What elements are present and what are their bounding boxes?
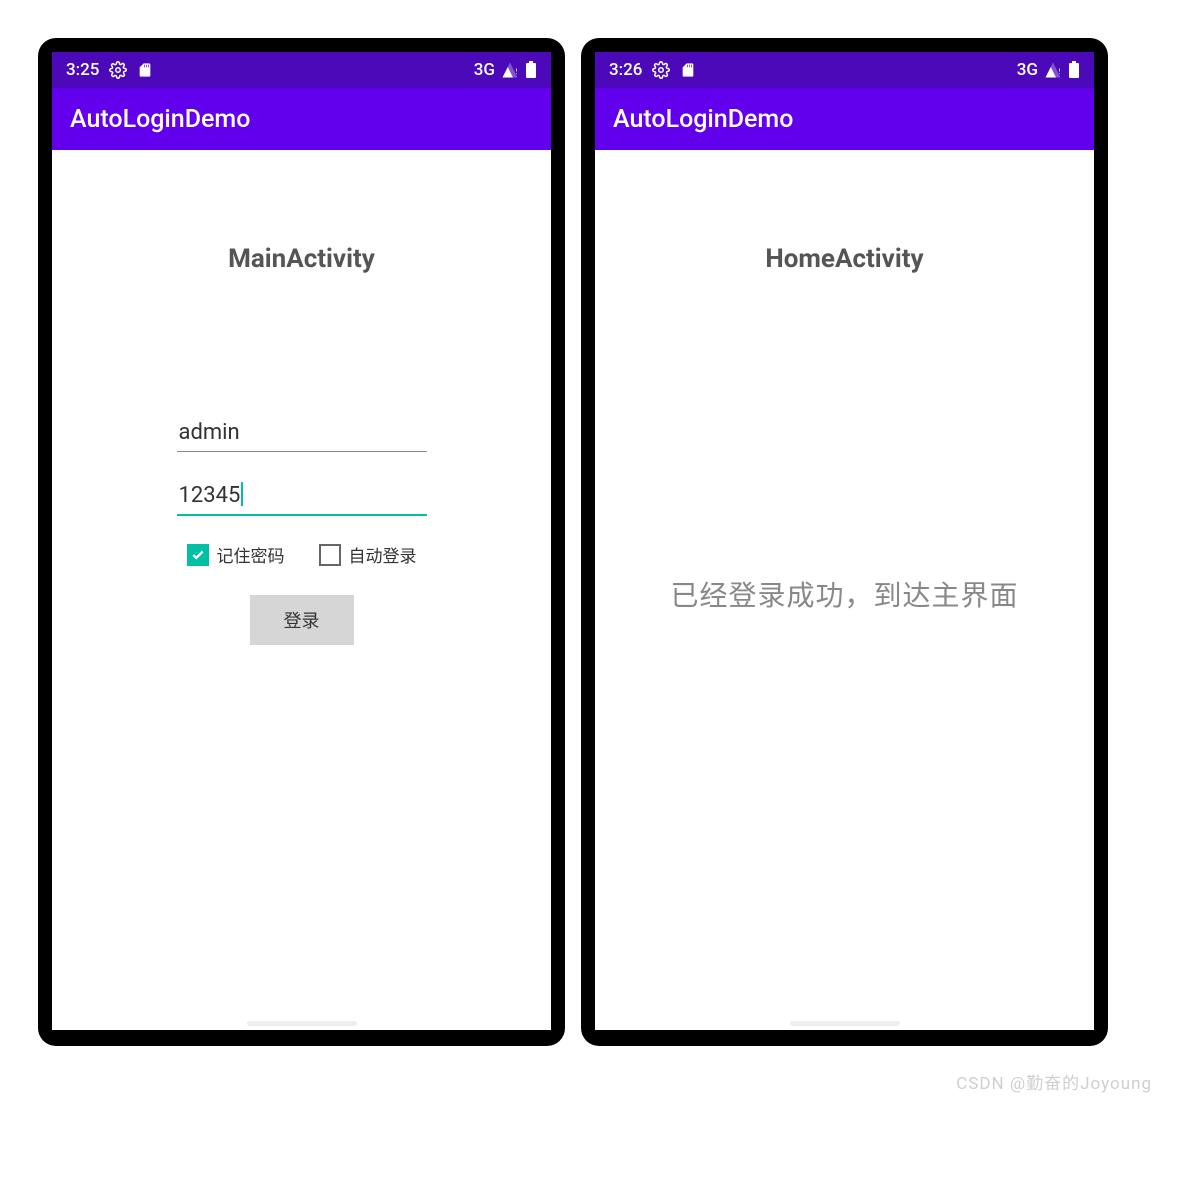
- phone-left: 3:25 3G: [38, 38, 565, 1046]
- battery-icon: [525, 61, 537, 79]
- password-field[interactable]: 12345: [177, 476, 427, 516]
- activity-title: MainActivity: [52, 244, 551, 274]
- sd-card-icon: [137, 62, 153, 78]
- activity-title: HomeActivity: [595, 244, 1094, 274]
- screen-left: 3:25 3G: [52, 52, 551, 1030]
- autologin-label: 自动登录: [349, 542, 417, 567]
- home-message: 已经登录成功，到达主界面: [595, 574, 1094, 614]
- nav-pill-icon: [247, 1021, 357, 1026]
- nav-pill-icon: [790, 1021, 900, 1026]
- watermark: CSDN @勤奋的Joyoung: [956, 1069, 1152, 1094]
- status-time: 3:26: [609, 60, 642, 80]
- main-content: MainActivity 12345 记住密码: [52, 150, 551, 1016]
- status-bar: 3:25 3G: [52, 52, 551, 88]
- gear-icon: [109, 61, 127, 79]
- text-caret-icon: [241, 482, 243, 506]
- auto-login-checkbox[interactable]: 自动登录: [319, 542, 417, 567]
- network-label: 3G: [1017, 60, 1038, 80]
- password-value: 12345: [179, 483, 241, 508]
- remember-label: 记住密码: [217, 542, 285, 567]
- username-field[interactable]: [177, 414, 427, 452]
- main-content: HomeActivity 已经登录成功，到达主界面: [595, 150, 1094, 1016]
- screen-right: 3:26 3G: [595, 52, 1094, 1030]
- status-time: 3:25: [66, 60, 99, 80]
- app-title: AutoLoginDemo: [613, 105, 793, 134]
- network-label: 3G: [474, 60, 495, 80]
- app-bar: AutoLoginDemo: [52, 88, 551, 150]
- remember-password-checkbox[interactable]: 记住密码: [187, 542, 285, 567]
- battery-icon: [1068, 61, 1080, 79]
- signal-icon: [501, 61, 519, 79]
- login-button[interactable]: 登录: [250, 595, 354, 645]
- login-form: 12345 记住密码 自动登录: [177, 414, 427, 645]
- gear-icon: [652, 61, 670, 79]
- status-bar: 3:26 3G: [595, 52, 1094, 88]
- signal-icon: [1044, 61, 1062, 79]
- sd-card-icon: [680, 62, 696, 78]
- phone-right: 3:26 3G: [581, 38, 1108, 1046]
- app-title: AutoLoginDemo: [70, 105, 250, 134]
- nav-bar: [595, 1016, 1094, 1030]
- app-bar: AutoLoginDemo: [595, 88, 1094, 150]
- checkbox-unchecked-icon: [319, 544, 341, 566]
- nav-bar: [52, 1016, 551, 1030]
- checkbox-checked-icon: [187, 544, 209, 566]
